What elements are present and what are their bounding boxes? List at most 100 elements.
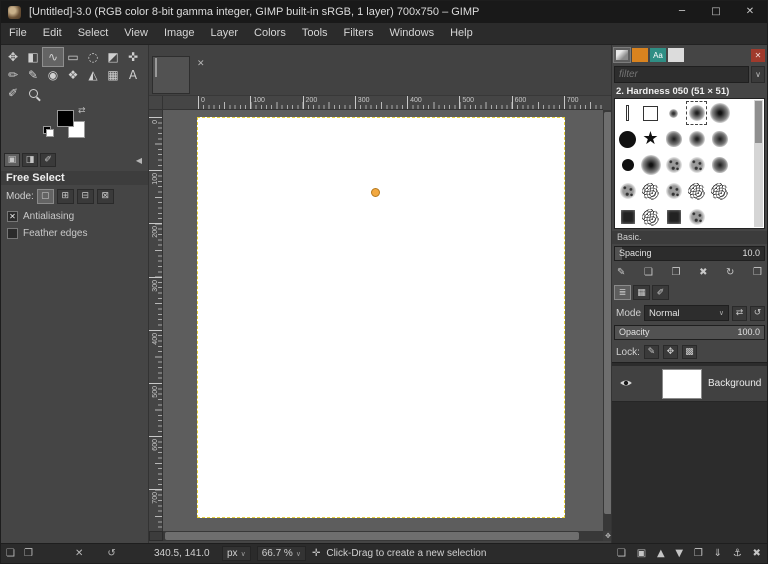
- brush-thumbnail[interactable]: [616, 100, 639, 126]
- free-select-tool-icon[interactable]: ∿: [42, 47, 64, 67]
- horizontal-scrollbar[interactable]: [163, 531, 603, 541]
- horizontal-scrollbar-thumb[interactable]: [165, 532, 579, 540]
- alignment-tool-icon[interactable]: ◧: [23, 48, 43, 66]
- feather-edges-checkbox[interactable]: [7, 228, 18, 239]
- maximize-button[interactable]: □: [699, 1, 733, 23]
- brush-filter-input[interactable]: [614, 66, 749, 83]
- clone-tool-icon[interactable]: ❖: [63, 66, 83, 84]
- brush-thumbnail[interactable]: [662, 100, 685, 126]
- document-history-tab-icon[interactable]: [668, 48, 684, 62]
- brushes-tab-icon[interactable]: [613, 47, 631, 63]
- delete-brush-icon[interactable]: ✖: [699, 267, 707, 278]
- zoom-dropdown[interactable]: 66.7 % ∨: [256, 546, 306, 561]
- antialiasing-option[interactable]: ✕ Antialiasing: [1, 208, 148, 225]
- brush-thumbnail[interactable]: [616, 126, 639, 152]
- lock-alpha-icon[interactable]: ▩: [681, 345, 697, 359]
- brush-thumbnail-selected[interactable]: [685, 100, 708, 126]
- foreground-color-swatch[interactable]: [57, 110, 74, 127]
- patterns-tab-icon[interactable]: [632, 48, 648, 62]
- unit-dropdown[interactable]: px ∨: [222, 546, 251, 561]
- menu-view[interactable]: View: [116, 23, 156, 44]
- channels-tab-icon[interactable]: ▦: [633, 285, 650, 300]
- canvas-viewport[interactable]: [163, 110, 603, 531]
- brush-thumbnail[interactable]: [708, 126, 731, 152]
- antialiasing-checkbox[interactable]: ✕: [7, 211, 18, 222]
- dock-close-icon[interactable]: ✕: [751, 48, 765, 62]
- swap-colors-icon[interactable]: ⇄: [78, 106, 86, 116]
- menu-tools[interactable]: Tools: [294, 23, 336, 44]
- brush-thumbnail[interactable]: [662, 178, 685, 204]
- menu-colors[interactable]: Colors: [246, 23, 294, 44]
- smudge-tool-icon[interactable]: ▦: [103, 66, 123, 84]
- brush-thumbnail[interactable]: ★: [639, 126, 662, 152]
- move-tool-icon[interactable]: ✥: [3, 48, 23, 66]
- brush-thumbnail[interactable]: [708, 152, 731, 178]
- brush-thumbnail[interactable]: [616, 204, 639, 227]
- crop-tool-icon[interactable]: ◩: [103, 48, 123, 66]
- brush-thumbnail[interactable]: [616, 152, 639, 178]
- brush-thumbnail[interactable]: [662, 126, 685, 152]
- feather-edges-option[interactable]: Feather edges: [1, 225, 148, 242]
- menu-file[interactable]: File: [1, 23, 35, 44]
- undo-history-tab-icon[interactable]: ✐: [40, 153, 56, 167]
- duplicate-layer-icon[interactable]: ❐: [694, 548, 703, 559]
- fonts-tab-icon[interactable]: Aa: [650, 48, 666, 62]
- menu-image[interactable]: Image: [156, 23, 203, 44]
- brush-grid-scrollbar[interactable]: [754, 100, 763, 227]
- layer-row-background[interactable]: Background: [612, 366, 767, 402]
- fuzzy-select-tool-icon[interactable]: ◌: [83, 48, 103, 66]
- lock-pixels-icon[interactable]: ✎: [643, 345, 659, 359]
- menu-layer[interactable]: Layer: [203, 23, 247, 44]
- brush-thumbnail[interactable]: [685, 152, 708, 178]
- minimize-button[interactable]: ─: [665, 1, 699, 23]
- mode-replace-button[interactable]: ▢: [36, 189, 54, 204]
- mode-reset-icon[interactable]: ↺: [750, 305, 765, 321]
- spacing-slider[interactable]: Spacing 10.0: [614, 246, 765, 261]
- lower-layer-icon[interactable]: ▼: [675, 548, 683, 559]
- brush-thumbnail[interactable]: [639, 204, 662, 227]
- mode-switch-icon[interactable]: ⇄: [732, 305, 747, 321]
- pencil-tool-icon[interactable]: ✏: [3, 66, 23, 84]
- reset-tool-options-icon[interactable]: ↺: [107, 548, 115, 559]
- new-layer-icon[interactable]: ❏: [617, 548, 626, 559]
- menu-edit[interactable]: Edit: [35, 23, 70, 44]
- gradient-tool-icon[interactable]: ◉: [43, 66, 63, 84]
- paths-tool-icon[interactable]: ✐: [3, 84, 23, 102]
- mode-subtract-button[interactable]: ⊟: [76, 189, 94, 204]
- layer-visibility-eye-icon[interactable]: [616, 375, 636, 393]
- layer-thumbnail[interactable]: [662, 368, 702, 399]
- menu-select[interactable]: Select: [70, 23, 117, 44]
- navigation-button[interactable]: ✥: [603, 531, 611, 541]
- device-status-tab-icon[interactable]: ◨: [22, 153, 38, 167]
- vertical-scrollbar[interactable]: [603, 110, 611, 531]
- vertical-ruler[interactable]: 0 100 200 300 400 500 600 700: [149, 110, 163, 531]
- tool-options-tab-icon[interactable]: ▣: [4, 153, 20, 167]
- brush-thumbnail[interactable]: [685, 126, 708, 152]
- restore-tool-preset-icon[interactable]: ❐: [24, 548, 33, 559]
- edit-brush-icon[interactable]: ✎: [617, 267, 625, 278]
- brush-thumbnail[interactable]: [708, 178, 731, 204]
- layers-tab-icon[interactable]: ≣: [614, 285, 631, 300]
- new-layer-group-icon[interactable]: ▣: [637, 548, 646, 559]
- image-tab[interactable]: [152, 56, 190, 94]
- anchor-layer-icon[interactable]: ⚓: [733, 548, 742, 559]
- layer-mode-dropdown[interactable]: Normal ∨: [644, 305, 729, 321]
- zoom-tool-icon[interactable]: [23, 84, 43, 102]
- brush-thumbnail[interactable]: [662, 152, 685, 178]
- refresh-brushes-icon[interactable]: ↻: [726, 267, 734, 278]
- brush-thumbnail[interactable]: [639, 100, 662, 126]
- save-tool-preset-icon[interactable]: ❏: [6, 548, 15, 559]
- text-tool-icon[interactable]: A: [123, 66, 143, 84]
- dock-collapse-icon[interactable]: ◀: [136, 156, 145, 165]
- filter-dropdown-icon[interactable]: ∨: [751, 66, 765, 83]
- open-brush-icon[interactable]: ❒: [753, 267, 762, 278]
- raise-layer-icon[interactable]: ▲: [657, 548, 665, 559]
- brush-thumbnail[interactable]: [685, 178, 708, 204]
- brush-thumbnail[interactable]: [639, 178, 662, 204]
- transform-tool-icon[interactable]: ✜: [123, 48, 143, 66]
- mode-add-button[interactable]: ⊞: [56, 189, 74, 204]
- brush-thumbnail[interactable]: [662, 204, 685, 227]
- merge-layer-icon[interactable]: ⇓: [714, 548, 722, 559]
- menu-help[interactable]: Help: [442, 23, 481, 44]
- menu-filters[interactable]: Filters: [336, 23, 382, 44]
